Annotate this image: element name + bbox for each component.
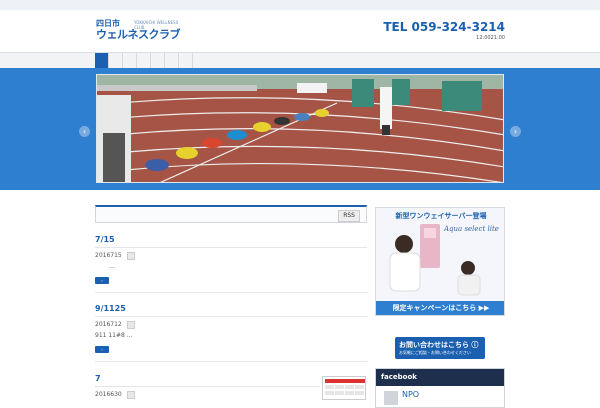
contact-label: お問い合わせはこちら ⓘ [399, 341, 479, 349]
slider-next-button[interactable]: › [510, 126, 521, 137]
nav-item-4[interactable] [137, 53, 151, 68]
rss-button[interactable]: RSS [338, 210, 360, 222]
blog-header: RSS [95, 205, 367, 223]
divider [95, 292, 367, 293]
slider-dot[interactable] [294, 190, 297, 193]
category-icon [127, 391, 135, 399]
logo-main-text: ウェルネスクラブ [96, 28, 181, 41]
banner-illustration [389, 224, 481, 296]
divider [95, 247, 367, 248]
post-date: 2016715 [95, 252, 367, 260]
blog-post: 9/1125 2016712 911 11#8 … › [95, 304, 367, 362]
nav-item-2[interactable] [109, 53, 123, 68]
post-excerpt: 911 11#8 … [95, 332, 133, 339]
nav-item-home[interactable] [95, 53, 109, 68]
post-thumbnail[interactable] [322, 376, 366, 400]
site-logo[interactable]: 四日市 YOKKAICHI WELLNESS CLUB ウェルネスクラブ [96, 18, 181, 42]
facebook-widget: facebook NPO [375, 368, 505, 408]
facebook-page-avatar[interactable] [384, 391, 398, 405]
site-header [0, 10, 600, 52]
business-hours: 12:0021:00 [476, 35, 505, 41]
post-title[interactable]: 7/15 [95, 235, 367, 245]
post-date: 2016712 [95, 321, 367, 329]
category-icon [127, 252, 135, 260]
post-title[interactable]: 9/1125 [95, 304, 367, 314]
nav-item-7[interactable] [179, 53, 193, 68]
phone-number[interactable]: TEL 059-324-3214 [383, 20, 505, 34]
facebook-title: facebook [376, 369, 504, 386]
read-more-button[interactable]: › [95, 277, 109, 284]
slider-dot[interactable] [300, 190, 303, 193]
post-excerpt: … [109, 263, 115, 270]
calendar-thumbnail-icon [325, 379, 365, 395]
chevron-right-icon: › [513, 127, 518, 136]
slider-dot[interactable] [288, 190, 291, 193]
slider-prev-button[interactable]: ‹ [79, 126, 90, 137]
divider [95, 361, 367, 362]
nav-item-6[interactable] [165, 53, 179, 68]
nav-item-5[interactable] [151, 53, 165, 68]
chevron-left-icon: ‹ [82, 127, 87, 136]
contact-sublabel: お気軽にご相談・お問い合わせください [399, 350, 471, 355]
slider-dots [288, 178, 306, 197]
blog-post: 7/15 2016715 … › [95, 235, 367, 293]
divider [95, 316, 367, 317]
nav-item-3[interactable] [123, 53, 137, 68]
contact-button[interactable]: お問い合わせはこちら ⓘ お気軽にご相談・お問い合わせください [395, 337, 485, 359]
divider [95, 386, 320, 387]
global-nav [0, 52, 600, 69]
track-race-illustration [97, 75, 503, 182]
category-icon [127, 321, 135, 329]
campaign-link[interactable]: 限定キャンペーンはこちら ▶▶ [376, 301, 504, 315]
hero-slide-image[interactable] [96, 74, 504, 183]
facebook-page-name[interactable]: NPO [402, 390, 419, 399]
water-server-banner[interactable]: 新型ワンウェイサーバー登場 Aqua select lite 限定キャンペーンは… [375, 207, 505, 316]
read-more-button[interactable]: › [95, 346, 109, 353]
